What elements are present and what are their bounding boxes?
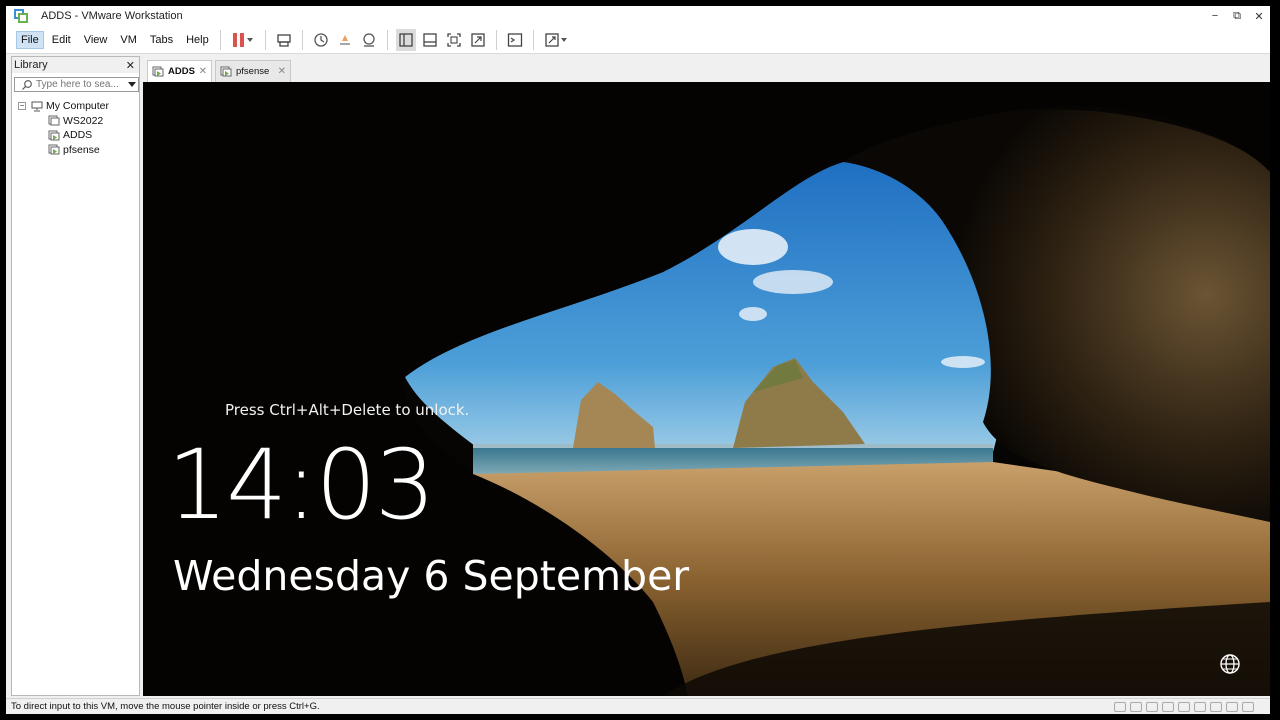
vmware-window: ADDS - VMware Workstation − ⧉ ✕ File Edi… [6, 6, 1270, 714]
full-screen-button[interactable] [444, 29, 464, 51]
snapshot-manager-icon [363, 32, 375, 47]
title-bar: ADDS - VMware Workstation − ⧉ ✕ [6, 6, 1270, 26]
send-ctrl-alt-del-icon [277, 33, 291, 47]
search-icon [22, 79, 32, 90]
toolbar-separator [301, 29, 303, 50]
vm-tree: − My Computer WS2022 ADDS pfsense [12, 99, 139, 157]
chevron-down-icon [247, 37, 254, 42]
stretch-guest-icon [545, 32, 559, 47]
menu-help[interactable]: Help [181, 31, 214, 49]
tree-item-adds[interactable]: ADDS [12, 128, 139, 143]
tab-close-button[interactable]: ✕ [278, 66, 286, 77]
tree-item-ws2022[interactable]: WS2022 [12, 114, 139, 129]
vm-console[interactable]: Press Ctrl+Alt+Delete to unlock. 14:03 W… [143, 82, 1270, 696]
thumbnail-bar-icon [423, 32, 437, 47]
unlock-prompt: Press Ctrl+Alt+Delete to unlock. [225, 401, 470, 419]
collapse-icon[interactable]: − [18, 102, 26, 111]
cd-dvd-icon[interactable] [1130, 701, 1142, 712]
console-view-button[interactable] [505, 29, 525, 51]
toolbar-separator [219, 29, 221, 50]
thumbnail-bar-button[interactable] [420, 29, 440, 51]
status-bar: To direct input to this VM, move the mou… [6, 698, 1270, 714]
vm-tab-bar: ADDS ✕ pfsense ✕ [143, 56, 1270, 82]
vm-running-icon [48, 144, 60, 155]
message-icon[interactable] [1242, 701, 1254, 712]
lockscreen-date: Wednesday 6 September [173, 552, 690, 600]
tree-item-my-computer[interactable]: − My Computer [12, 99, 139, 114]
pause-button[interactable] [229, 29, 257, 51]
usb-icon[interactable] [1178, 701, 1190, 712]
network-adapter-icon[interactable] [1146, 701, 1158, 712]
menu-file[interactable]: File [16, 30, 44, 49]
hard-disk-icon[interactable] [1114, 701, 1126, 712]
lockscreen-wallpaper [143, 82, 1270, 696]
restore-button[interactable]: ⧉ [1226, 6, 1248, 26]
sound-card-icon[interactable] [1194, 701, 1206, 712]
toolbar-separator [532, 29, 534, 50]
lockscreen-time: 14:03 [167, 429, 436, 541]
globe-icon[interactable] [1218, 652, 1242, 676]
library-close-button[interactable]: ✕ [126, 59, 135, 72]
revert-snapshot-button[interactable] [335, 29, 355, 51]
tab-adds[interactable]: ADDS ✕ [147, 60, 212, 82]
library-search-input[interactable] [36, 79, 126, 90]
revert-snapshot-icon [339, 34, 350, 45]
tab-close-button[interactable]: ✕ [199, 66, 207, 77]
tab-label: ADDS [168, 66, 195, 77]
console-view-icon [507, 32, 522, 47]
unity-icon [471, 32, 485, 47]
library-panel: Library ✕ − My Computer WS2022 ADDS [11, 56, 140, 696]
network-adapter-icon[interactable] [1162, 701, 1174, 712]
library-search [14, 77, 139, 92]
pause-icon [233, 32, 245, 47]
unity-button[interactable] [468, 29, 488, 51]
vm-running-icon [152, 66, 164, 77]
vm-running-icon [48, 130, 60, 141]
tab-label: pfsense [236, 66, 270, 77]
library-view-icon [399, 32, 413, 47]
stretch-guest-button[interactable] [542, 29, 570, 51]
take-snapshot-button[interactable] [311, 29, 331, 51]
tab-pfsense[interactable]: pfsense ✕ [215, 60, 291, 82]
library-title: Library [14, 59, 48, 71]
menu-edit[interactable]: Edit [47, 31, 76, 49]
device-status-icons [1110, 701, 1254, 712]
tree-item-label: My Computer [46, 100, 110, 113]
status-text: To direct input to this VM, move the mou… [11, 701, 320, 712]
printer-icon[interactable] [1210, 701, 1222, 712]
toolbar-separator [495, 29, 497, 50]
tree-item-label: pfsense [63, 143, 100, 156]
menu-view[interactable]: View [79, 31, 113, 49]
chevron-down-icon [561, 37, 568, 42]
vm-icon [48, 115, 60, 126]
tree-item-pfsense[interactable]: pfsense [12, 143, 139, 158]
window-title: ADDS - VMware Workstation [41, 10, 183, 22]
tree-item-label: WS2022 [63, 114, 104, 127]
display-icon[interactable] [1226, 701, 1238, 712]
snapshot-manager-button[interactable] [359, 29, 379, 51]
show-library-button[interactable] [395, 28, 416, 51]
computer-icon [31, 101, 43, 112]
minimize-button[interactable]: − [1204, 6, 1226, 26]
menu-vm[interactable]: VM [115, 31, 142, 49]
close-button[interactable]: ✕ [1248, 6, 1270, 26]
chevron-down-icon[interactable] [128, 82, 136, 87]
send-ctrl-alt-del-button[interactable] [274, 29, 294, 51]
menu-toolbar: File Edit View VM Tabs Help [6, 26, 1270, 54]
toolbar-separator [386, 29, 388, 50]
toolbar-separator [264, 29, 266, 50]
vm-running-icon [220, 66, 232, 77]
full-screen-icon [447, 32, 461, 47]
snapshot-icon [314, 32, 328, 47]
tree-item-label: ADDS [63, 129, 93, 142]
vmware-logo-icon [14, 9, 28, 23]
menu-tabs[interactable]: Tabs [145, 31, 178, 49]
